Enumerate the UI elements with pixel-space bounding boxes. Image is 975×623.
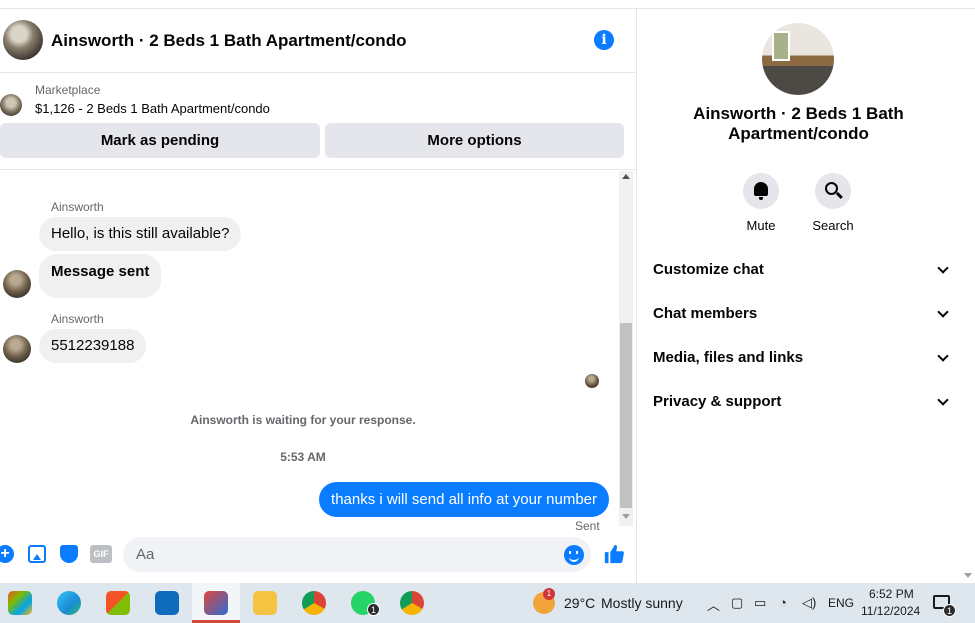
waiting-notice: Ainsworth is waiting for your response. <box>190 413 416 427</box>
search-icon <box>825 182 838 195</box>
sticker-icon[interactable] <box>60 545 78 563</box>
message-list: Ainsworth Hello, is this still available… <box>0 171 636 533</box>
search-button[interactable]: Search <box>805 173 861 233</box>
battery-icon[interactable]: ▭ <box>754 595 766 611</box>
scroll-thumb[interactable] <box>620 323 632 508</box>
sender-name: Ainsworth <box>51 312 104 326</box>
chat-header: Ainsworth · 2 Beds 1 Bath Apartment/cond… <box>0 9 636 73</box>
marketplace-listing: Marketplace $1,126 - 2 Beds 1 Bath Apart… <box>0 74 636 170</box>
outlook-icon[interactable] <box>155 591 179 615</box>
copilot-icon[interactable] <box>8 591 32 615</box>
scroll-down-arrow-icon[interactable] <box>622 514 630 519</box>
mute-button[interactable]: Mute <box>733 173 789 233</box>
clock-date[interactable]: 11/12/2024 <box>861 604 920 618</box>
page-scrollbar[interactable] <box>960 9 975 583</box>
chevron-down-icon <box>937 394 949 406</box>
listing-price-title[interactable]: $1,126 - 2 Beds 1 Bath Apartment/condo <box>35 101 270 116</box>
listing-source: Marketplace <box>35 83 101 97</box>
chevron-up-icon[interactable]: ︿ <box>707 595 720 614</box>
mark-as-pending-button[interactable]: Mark as pending <box>0 123 320 158</box>
incoming-message[interactable]: 5512239188 <box>39 329 147 363</box>
chrome-icon[interactable] <box>302 591 326 615</box>
chevron-down-icon <box>937 306 949 318</box>
whatsapp-badge: 1 <box>367 603 380 616</box>
panel-title: Ainsworth · 2 Beds 1 Bath Apartment/cond… <box>693 104 904 143</box>
seen-indicator-avatar <box>585 374 599 388</box>
mute-label: Mute <box>746 218 776 233</box>
sender-avatar[interactable] <box>3 270 31 298</box>
thumbs-up-icon[interactable] <box>603 543 625 565</box>
message-scrollbar[interactable] <box>619 171 633 526</box>
file-explorer-icon[interactable] <box>253 591 277 615</box>
clock-time[interactable]: 6:52 PM <box>869 587 914 601</box>
plus-icon[interactable]: + <box>0 545 14 563</box>
active-app-icon[interactable] <box>204 591 228 615</box>
info-icon[interactable]: i <box>594 30 614 50</box>
windows-taskbar: 1 1 29°C Mostly sunny ︿ ▢ ▭ ◔ ◁) ENG 6:5… <box>0 583 975 623</box>
section-label: Media, files and links <box>653 349 804 366</box>
privacy-support-section[interactable]: Privacy & support <box>653 380 949 424</box>
bell-icon <box>754 182 768 200</box>
scroll-down-arrow-icon[interactable] <box>964 573 972 578</box>
top-strip <box>0 0 975 9</box>
sender-avatar[interactable] <box>3 335 31 363</box>
chevron-down-icon <box>937 350 949 362</box>
weather-badge: 1 <box>543 588 555 600</box>
weather-temp[interactable]: 29°C <box>564 595 595 611</box>
volume-icon[interactable]: ◁) <box>802 595 816 611</box>
listing-photo[interactable] <box>762 23 834 95</box>
chevron-down-icon <box>937 262 949 274</box>
chat-title[interactable]: Ainsworth · 2 Beds 1 Bath Apartment/cond… <box>51 31 406 51</box>
gallery-icon[interactable] <box>28 545 46 563</box>
outgoing-message[interactable]: thanks i will send all info at your numb… <box>319 482 609 517</box>
sender-name: Ainsworth <box>51 200 104 214</box>
language-indicator[interactable]: ENG <box>828 596 854 610</box>
message-input[interactable] <box>123 537 591 572</box>
section-label: Privacy & support <box>653 393 782 410</box>
conversation-info-panel: Ainsworth · 2 Beds 1 Bath Apartment/cond… <box>637 9 960 583</box>
edge-icon[interactable] <box>57 591 81 615</box>
weather-desc[interactable]: Mostly sunny <box>601 595 683 611</box>
incoming-message[interactable]: Hello, is this still available? <box>39 217 242 251</box>
scroll-up-arrow-icon[interactable] <box>622 174 630 179</box>
more-options-button[interactable]: More options <box>325 123 624 158</box>
store-icon[interactable] <box>106 591 130 615</box>
meet-icon[interactable]: ▢ <box>731 595 743 611</box>
chrome-profile-icon[interactable] <box>400 591 424 615</box>
chat-pane: Ainsworth · 2 Beds 1 Bath Apartment/cond… <box>0 9 637 583</box>
emoji-icon[interactable] <box>564 545 584 565</box>
customize-chat-section[interactable]: Customize chat <box>653 248 949 292</box>
header-avatar[interactable] <box>3 20 43 60</box>
message-timestamp: 5:53 AM <box>280 450 326 464</box>
section-label: Customize chat <box>653 261 764 278</box>
chat-members-section[interactable]: Chat members <box>653 292 949 336</box>
wifi-icon[interactable]: ◔ <box>779 595 787 610</box>
gif-icon[interactable]: GIF <box>90 545 112 563</box>
listing-thumbnail[interactable] <box>0 94 22 116</box>
search-label: Search <box>812 218 854 233</box>
notification-badge: 1 <box>943 604 956 617</box>
composer: + GIF <box>0 528 636 583</box>
incoming-message[interactable]: Message sent <box>39 254 162 298</box>
section-label: Chat members <box>653 305 758 322</box>
media-files-links-section[interactable]: Media, files and links <box>653 336 949 380</box>
